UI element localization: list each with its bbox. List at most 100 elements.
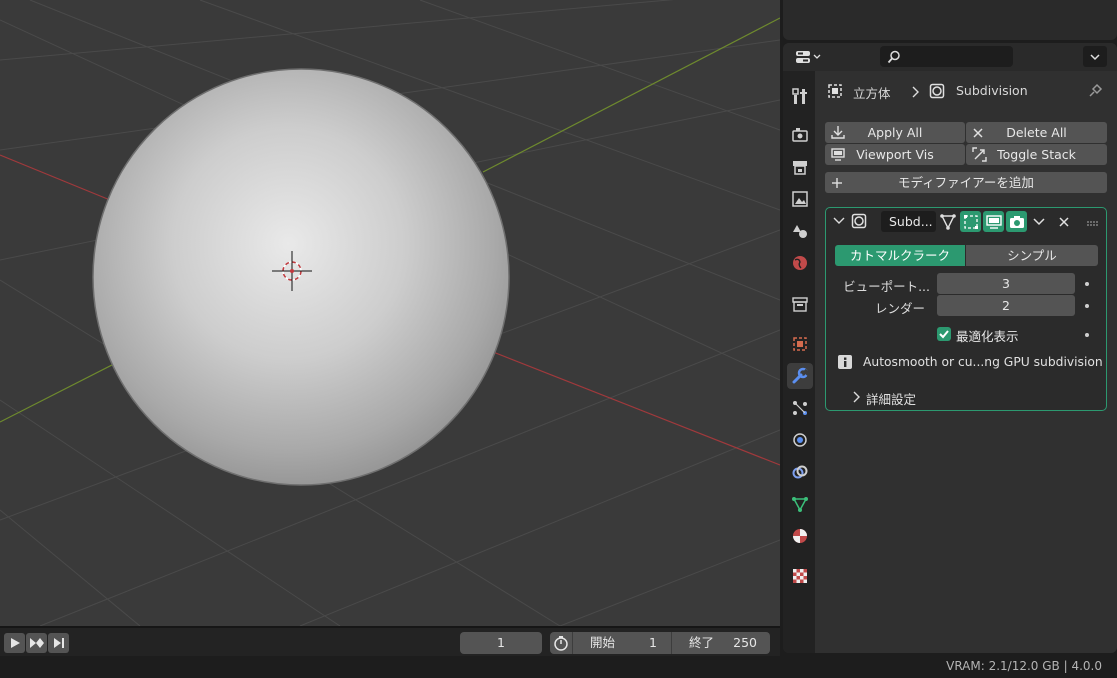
current-frame-field[interactable]: 1 (460, 632, 542, 654)
keyframe-dot-icon[interactable] (1085, 304, 1089, 308)
apply-all-label: Apply All (867, 125, 923, 140)
search-field[interactable] (880, 46, 1013, 67)
properties-tabs (783, 71, 815, 653)
play-button[interactable] (4, 633, 25, 653)
tab-texture[interactable] (787, 563, 813, 589)
apply-all-button[interactable]: Apply All (825, 122, 965, 143)
outliner-area[interactable] (783, 0, 1117, 40)
tab-material[interactable] (787, 523, 813, 549)
search-input[interactable] (904, 47, 1008, 67)
close-icon (1059, 216, 1069, 227)
modifier-options-dropdown[interactable] (1029, 211, 1049, 232)
material-icon (793, 529, 807, 543)
texture-icon (793, 569, 807, 583)
tab-world[interactable] (787, 250, 813, 276)
type-simple-button[interactable]: シンプル (966, 245, 1098, 266)
modifier-name-field[interactable]: Subd... (881, 211, 936, 232)
output-icon (793, 161, 807, 175)
toggle-stack-button[interactable]: Toggle Stack (966, 144, 1107, 165)
edit-mode-toggle[interactable] (960, 211, 981, 232)
status-bar: VRAM: 2.1/12.0 GB | 4.0.0 (0, 656, 1117, 678)
tab-collection[interactable] (787, 291, 813, 317)
edit-mode-icon (963, 214, 978, 229)
tab-constraints[interactable] (787, 459, 813, 485)
tab-tool[interactable] (787, 83, 813, 109)
status-text: VRAM: 2.1/12.0 GB | 4.0.0 (946, 659, 1102, 673)
uv-sphere (92, 68, 510, 486)
tab-output[interactable] (787, 154, 813, 180)
stopwatch-icon[interactable] (553, 635, 569, 658)
particles-icon (793, 401, 807, 415)
delete-all-button[interactable]: Delete All (966, 122, 1107, 143)
3d-viewport[interactable] (0, 0, 780, 626)
options-dropdown[interactable] (1083, 46, 1107, 67)
vertex-triangle-icon (940, 213, 956, 230)
timeline-bar: 1 開始 1 終了 250 (0, 626, 780, 658)
viewport-toggle[interactable] (983, 211, 1004, 232)
info-text: Autosmooth or cu...ng GPU subdivision (863, 355, 1103, 369)
keyframe-jump-icon (29, 638, 44, 648)
jump-keyframe-button[interactable] (26, 633, 47, 653)
breadcrumb: 立方体 Subdivision (825, 81, 1115, 103)
editor-type-button[interactable] (792, 46, 826, 67)
plus-icon (832, 178, 842, 188)
start-label: 開始 (590, 635, 616, 650)
edit-cage-toggle[interactable] (938, 211, 958, 232)
optimal-display-checkbox[interactable] (937, 327, 951, 341)
keyframe-dot-icon[interactable] (1085, 282, 1089, 286)
drag-handle[interactable] (1086, 216, 1100, 226)
subdivision-modifier-panel: Subd... カトマルクラーク シンプル ビューポート... 3 レンダー 2… (825, 207, 1107, 411)
tab-view-layer[interactable] (787, 186, 813, 212)
tab-render[interactable] (787, 122, 813, 148)
mesh-data-icon (792, 497, 808, 512)
info-icon (838, 355, 852, 369)
collapse-chevron-icon[interactable] (833, 216, 845, 226)
pin-icon[interactable] (1087, 83, 1103, 99)
properties-header (783, 43, 1117, 71)
object-icon (793, 337, 807, 351)
tab-data[interactable] (787, 491, 813, 517)
chevron-down-icon (1090, 53, 1100, 60)
play-icon (10, 638, 20, 648)
constraints-icon (792, 465, 808, 479)
delete-all-label: Delete All (1006, 125, 1067, 140)
x-axis-line (0, 154, 111, 201)
tab-particles[interactable] (787, 395, 813, 421)
frame-range: 開始 1 終了 250 (550, 632, 770, 654)
wrench-icon (792, 367, 809, 384)
tab-physics[interactable] (787, 427, 813, 453)
tab-object[interactable] (787, 331, 813, 357)
remove-modifier-button[interactable] (1054, 211, 1074, 232)
render-levels-field[interactable]: 2 (937, 295, 1075, 316)
render-levels-label: レンダー (874, 301, 925, 316)
subdivision-icon (929, 83, 945, 99)
start-frame-field[interactable]: 開始 1 (572, 632, 671, 654)
jump-end-button[interactable] (48, 633, 69, 653)
collection-icon (792, 297, 808, 312)
viewport-scene (0, 0, 780, 626)
search-icon (887, 50, 900, 64)
tab-modifiers[interactable] (787, 363, 813, 389)
end-frame-field[interactable]: 終了 250 (671, 632, 771, 654)
modifier-content: 立方体 Subdivision Apply All Delete All Vie… (815, 71, 1117, 653)
end-label: 終了 (689, 635, 715, 650)
render-toggle[interactable] (1006, 211, 1027, 232)
editor-type-icon (796, 50, 821, 63)
toggle-stack-label: Toggle Stack (997, 147, 1076, 162)
properties-editor: 立方体 Subdivision Apply All Delete All Vie… (783, 43, 1117, 653)
viewport-vis-button[interactable]: Viewport Vis (825, 144, 965, 165)
add-modifier-button[interactable]: モディファイアーを追加 (825, 172, 1107, 193)
keyframe-dot-icon[interactable] (1085, 333, 1089, 337)
chevron-down-icon (1033, 217, 1045, 225)
monitor-icon (985, 214, 1002, 229)
monitor-icon (831, 148, 845, 161)
view-layer-icon (792, 191, 808, 207)
viewport-levels-field[interactable]: 3 (937, 273, 1075, 294)
chevron-right-icon[interactable] (852, 391, 860, 403)
viewport-vis-label: Viewport Vis (856, 147, 934, 162)
type-catmull-clark-button[interactable]: カトマルクラーク (835, 245, 965, 266)
start-value: 1 (649, 635, 657, 650)
advanced-subpanel-header[interactable]: 詳細設定 (866, 389, 916, 408)
tool-icon (792, 88, 807, 104)
tab-scene[interactable] (787, 218, 813, 244)
